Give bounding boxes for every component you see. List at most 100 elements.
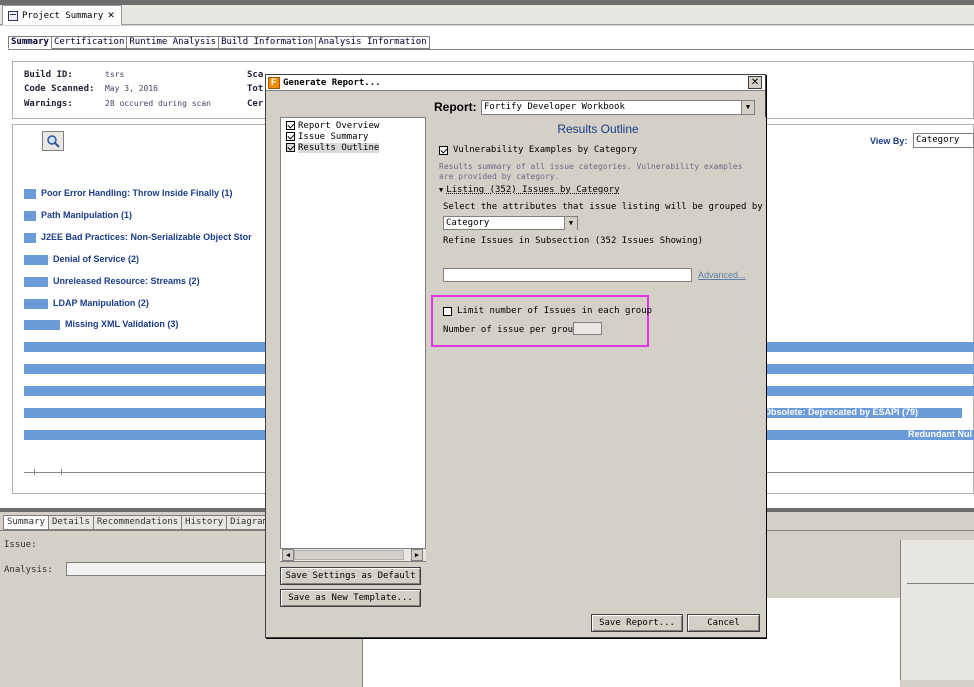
advanced-link[interactable]: Advanced... bbox=[698, 270, 746, 280]
results-outline-title: Results Outline bbox=[557, 122, 639, 136]
summary-subtabs: Summary Certification Runtime Analysis B… bbox=[8, 36, 430, 49]
scan-label-partial: Sca bbox=[247, 70, 264, 80]
bar-label: Unreleased Resource: Streams (2) bbox=[53, 276, 200, 286]
fortify-logo-icon bbox=[268, 76, 280, 89]
chart-bar[interactable] bbox=[24, 255, 48, 265]
bar-label: Missing XML Validation (3) bbox=[65, 319, 179, 329]
save-report-button[interactable]: Save Report... bbox=[591, 614, 683, 632]
chart-bar[interactable] bbox=[24, 211, 36, 221]
limit-issues-label: Limit number of Issues in each group bbox=[457, 306, 653, 316]
subtab-build-information[interactable]: Build Information bbox=[219, 36, 317, 49]
section-label: Issue Summary bbox=[298, 131, 369, 142]
bar-label: J2EE Bad Practices: Non-Serializable Obj… bbox=[41, 232, 252, 242]
vuln-examples-option[interactable]: Vulnerability Examples by Category bbox=[439, 145, 637, 155]
issue-detail-tabs: Summary Details Recommendations History … bbox=[3, 515, 273, 530]
code-scanned-value: May 3, 2016 bbox=[105, 84, 158, 93]
tab-recommendations[interactable]: Recommendations bbox=[93, 515, 183, 530]
tab-history[interactable]: History bbox=[182, 515, 228, 530]
section-results-outline[interactable]: Results Outline bbox=[281, 142, 425, 153]
issue-label: Issue: bbox=[4, 540, 37, 550]
chart-bar[interactable] bbox=[24, 189, 36, 199]
side-panel bbox=[900, 540, 974, 680]
report-label: Report: bbox=[434, 100, 477, 114]
per-group-label: Number of issue per group: bbox=[443, 325, 584, 335]
bar-label: Poor Error Handling: Throw Inside Finall… bbox=[41, 188, 233, 198]
warnings-value[interactable]: 28 occured during scan bbox=[105, 99, 211, 108]
subtab-runtime-analysis[interactable]: Runtime Analysis bbox=[127, 36, 220, 49]
analysis-dropdown[interactable] bbox=[66, 562, 266, 576]
tab-summary[interactable]: Summary bbox=[3, 515, 49, 530]
listing-section-header[interactable]: ▼ Listing (352) Issues by Category bbox=[439, 185, 620, 195]
chevron-down-icon[interactable]: ▼ bbox=[564, 217, 577, 230]
vuln-note-line-2: are provided by category. bbox=[439, 172, 560, 181]
editor-tab-label: Project Summary bbox=[22, 10, 104, 21]
section-checkbox[interactable] bbox=[286, 132, 295, 141]
save-new-template-button[interactable]: Save as New Template... bbox=[280, 589, 421, 607]
close-icon[interactable]: ✕ bbox=[107, 11, 115, 21]
build-id-value: tsrs bbox=[105, 70, 125, 79]
chart-options-button[interactable] bbox=[42, 131, 64, 151]
chart-bar[interactable] bbox=[24, 320, 60, 330]
document-icon bbox=[8, 10, 18, 21]
close-icon[interactable]: ✕ bbox=[748, 76, 762, 89]
group-by-instruction: Select the attributes that issue listing… bbox=[443, 202, 763, 212]
chart-bar[interactable] bbox=[24, 233, 36, 243]
section-report-overview[interactable]: Report Overview bbox=[281, 120, 425, 131]
generate-report-dialog: Generate Report... ✕ Report Overview Iss… bbox=[265, 74, 766, 638]
bar-label: Redundant Nul bbox=[908, 429, 972, 439]
bar-label: LDAP Manipulation (2) bbox=[53, 298, 149, 308]
refine-issues-input[interactable] bbox=[443, 268, 692, 282]
refine-label: Refine Issues in Subsection (352 Issues … bbox=[443, 236, 704, 246]
axis-tick bbox=[34, 469, 62, 475]
view-by-select[interactable]: Category bbox=[913, 133, 974, 148]
section-checkbox[interactable] bbox=[286, 143, 295, 152]
per-group-input[interactable] bbox=[573, 322, 602, 335]
report-template-select[interactable]: Fortify Developer Workbook ▼ bbox=[481, 100, 755, 115]
cert-label-partial: Cer bbox=[247, 99, 264, 109]
group-by-select[interactable]: Category ▼ bbox=[443, 216, 578, 230]
limit-issues-highlight bbox=[431, 295, 649, 347]
chart-bar[interactable] bbox=[24, 299, 48, 309]
group-by-value: Category bbox=[446, 218, 490, 228]
build-id-label: Build ID: bbox=[24, 70, 73, 80]
triangle-down-icon[interactable]: ▼ bbox=[439, 186, 443, 194]
subtab-certification[interactable]: Certification bbox=[51, 36, 128, 49]
limit-issues-option[interactable]: Limit number of Issues in each group bbox=[443, 306, 652, 316]
section-checkbox[interactable] bbox=[286, 121, 295, 130]
chart-bar[interactable] bbox=[24, 277, 48, 287]
section-label: Report Overview bbox=[298, 120, 380, 131]
editor-tab-strip bbox=[0, 5, 974, 25]
code-scanned-label: Code Scanned: bbox=[24, 84, 95, 94]
vuln-examples-label: Vulnerability Examples by Category bbox=[453, 145, 638, 155]
cancel-button[interactable]: Cancel bbox=[687, 614, 760, 632]
report-template-value: Fortify Developer Workbook bbox=[484, 102, 625, 112]
dialog-title: Generate Report... bbox=[283, 77, 381, 88]
limit-issues-checkbox[interactable] bbox=[443, 306, 452, 316]
bar-label: Denial of Service (2) bbox=[53, 254, 140, 264]
warnings-label: Warnings: bbox=[24, 99, 73, 109]
magnifier-icon bbox=[47, 135, 60, 148]
editor-tab-project-summary[interactable]: Project Summary ✕ bbox=[2, 5, 122, 25]
subtab-analysis-information[interactable]: Analysis Information bbox=[316, 36, 430, 49]
scroll-right-icon[interactable]: ▶ bbox=[411, 549, 423, 561]
listing-label: Listing (352) Issues by Category bbox=[446, 185, 620, 195]
bar-label: Path Manipulation (1) bbox=[41, 210, 132, 220]
side-panel-divider bbox=[907, 583, 974, 584]
subtab-divider bbox=[8, 49, 974, 50]
analysis-label: Analysis: bbox=[4, 565, 53, 575]
total-label-partial: Tot bbox=[247, 84, 264, 94]
report-section-list: Report Overview Issue Summary Results Ou… bbox=[280, 117, 426, 562]
dialog-title-bar[interactable]: Generate Report... ✕ bbox=[266, 75, 765, 91]
section-label: Results Outline bbox=[298, 142, 380, 153]
vuln-note-line-1: Results summary of all issue categories.… bbox=[439, 162, 743, 171]
chevron-down-icon[interactable]: ▼ bbox=[741, 101, 754, 114]
section-issue-summary[interactable]: Issue Summary bbox=[281, 131, 425, 142]
scroll-thumb[interactable] bbox=[294, 550, 404, 560]
scroll-left-icon[interactable]: ◀ bbox=[282, 549, 294, 561]
save-settings-default-button[interactable]: Save Settings as Default bbox=[280, 567, 421, 585]
section-list-scrollbar[interactable]: ◀ ▶ bbox=[280, 548, 426, 561]
vuln-examples-checkbox[interactable] bbox=[439, 145, 448, 155]
tab-details[interactable]: Details bbox=[48, 515, 94, 530]
subtab-summary[interactable]: Summary bbox=[8, 36, 52, 49]
dialog-options-pane bbox=[430, 117, 766, 637]
